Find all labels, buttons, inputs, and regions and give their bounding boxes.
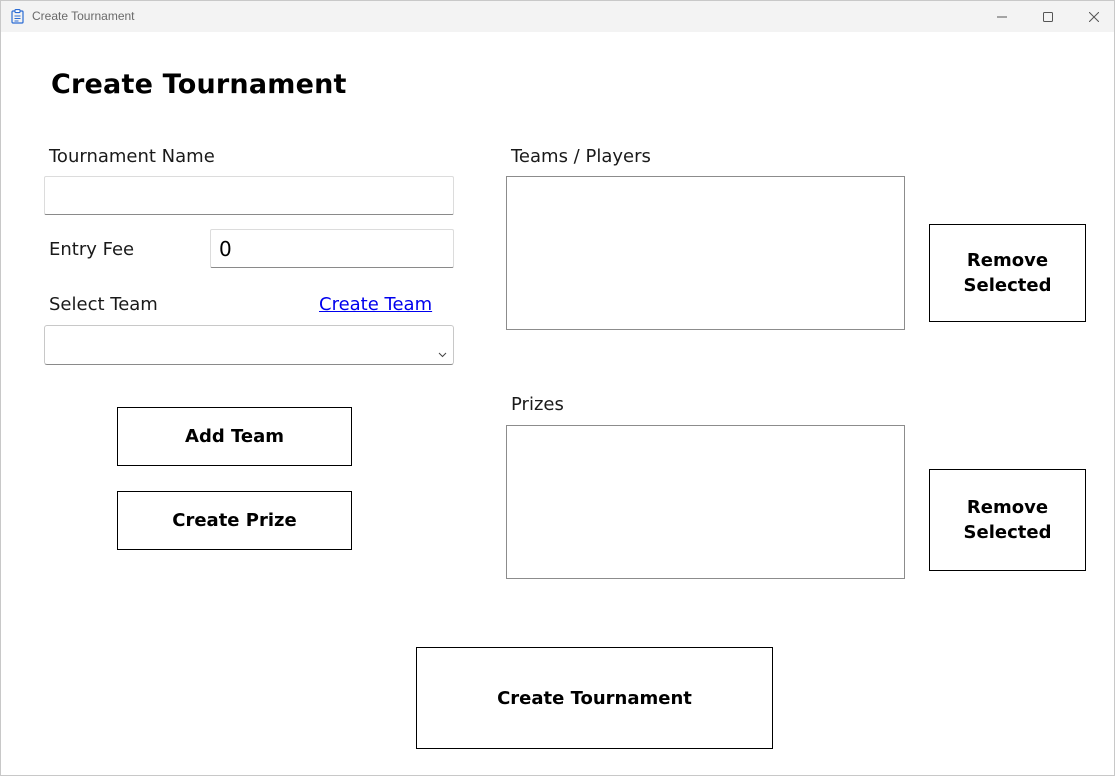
- page-title: Create Tournament: [51, 69, 347, 100]
- remove-selected-prize-button[interactable]: Remove Selected: [929, 469, 1086, 571]
- prizes-list[interactable]: [506, 425, 905, 579]
- remove-prize-line1: Remove: [966, 497, 1049, 518]
- select-team-label: Select Team: [49, 294, 158, 315]
- chevron-down-icon: [438, 343, 447, 362]
- add-team-button[interactable]: Add Team: [117, 407, 352, 466]
- maximize-icon: [1043, 11, 1053, 22]
- maximize-button[interactable]: [1025, 1, 1071, 32]
- create-prize-button[interactable]: Create Prize: [117, 491, 352, 550]
- tournament-name-input[interactable]: [44, 176, 454, 215]
- minimize-button[interactable]: [979, 1, 1025, 32]
- create-team-link[interactable]: Create Team: [319, 294, 432, 315]
- entry-fee-label: Entry Fee: [49, 239, 135, 260]
- title-bar: Create Tournament: [1, 1, 1114, 32]
- remove-team-line2: Selected: [963, 275, 1052, 296]
- remove-selected-team-button[interactable]: Remove Selected: [929, 224, 1086, 322]
- prizes-label: Prizes: [511, 394, 564, 415]
- minimize-icon: [997, 12, 1007, 22]
- create-tournament-button[interactable]: Create Tournament: [416, 647, 773, 749]
- window-title: Create Tournament: [32, 9, 135, 23]
- teams-players-label: Teams / Players: [511, 146, 651, 167]
- remove-prize-line2: Selected: [963, 522, 1052, 543]
- tournament-name-label: Tournament Name: [49, 146, 215, 167]
- close-button[interactable]: [1071, 1, 1115, 32]
- entry-fee-input[interactable]: [210, 229, 454, 268]
- clipboard-icon: [11, 9, 24, 24]
- teams-players-list[interactable]: [506, 176, 905, 330]
- remove-team-line1: Remove: [966, 250, 1049, 271]
- app-window: Create Tournament Create Tournament Tour…: [0, 0, 1115, 776]
- close-icon: [1089, 11, 1099, 22]
- select-team-dropdown[interactable]: [44, 325, 454, 365]
